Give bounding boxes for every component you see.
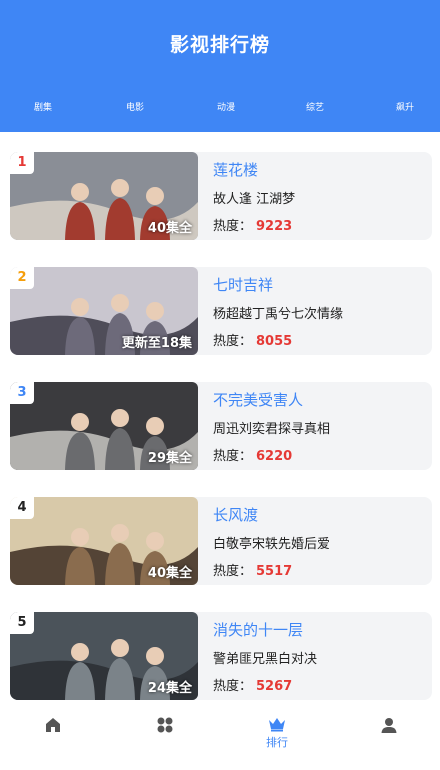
home-icon bbox=[46, 718, 60, 732]
episode-count: 29集全 bbox=[147, 451, 192, 466]
tab-series[interactable]: 剧集 bbox=[13, 100, 73, 113]
ranking-card[interactable]: 3 29集全 不完美受害人 周迅刘奕君探寻真相 热度： 6220 bbox=[10, 382, 432, 470]
poster-figure-head bbox=[71, 183, 89, 201]
nav-category[interactable] bbox=[135, 716, 195, 734]
card-info: 七时吉祥 杨超越丁禹兮七次情缘 热度： 8055 bbox=[213, 267, 428, 355]
heat-row: 热度： 9223 bbox=[213, 215, 292, 234]
heat-row: 热度： 6220 bbox=[213, 445, 292, 464]
show-title: 七时吉祥 bbox=[213, 276, 274, 294]
show-description: 白敬亭宋轶先婚后爱 bbox=[213, 537, 331, 552]
poster-thumbnail: 1 40集全 bbox=[10, 152, 198, 240]
show-title: 莲花楼 bbox=[213, 161, 259, 179]
heat-label: 热度： bbox=[213, 564, 253, 579]
poster-figure-head bbox=[111, 524, 129, 542]
episode-count: 24集全 bbox=[147, 681, 192, 696]
card-info: 莲花楼 故人逢 江湖梦 热度： 9223 bbox=[213, 152, 428, 240]
ranking-list: 1 40集全 莲花楼 故人逢 江湖梦 热度： 9223 2 更新至18集 七时吉祥… bbox=[0, 132, 440, 704]
show-title: 不完美受害人 bbox=[213, 391, 304, 409]
poster-figure-head bbox=[71, 413, 89, 431]
app-header: 影视排行榜 剧集 电影 动漫 综艺 飙升 bbox=[0, 0, 440, 132]
poster-figure-head bbox=[111, 179, 129, 197]
poster-thumbnail: 4 40集全 bbox=[10, 497, 198, 585]
tab-rising[interactable]: 飙升 bbox=[375, 100, 435, 113]
heat-label: 热度： bbox=[213, 334, 253, 349]
heat-value: 5517 bbox=[256, 564, 293, 579]
nav-home[interactable] bbox=[23, 716, 83, 734]
poster-figure-head bbox=[146, 187, 164, 205]
show-title: 长风渡 bbox=[213, 506, 259, 524]
nav-rank[interactable]: 排行 bbox=[247, 716, 307, 750]
rank-badge: 4 bbox=[10, 497, 34, 519]
rank-badge: 1 bbox=[10, 152, 34, 174]
card-info: 消失的十一层 警弟匪兄黑白对决 热度： 5267 bbox=[213, 612, 428, 700]
episode-count: 40集全 bbox=[147, 566, 192, 581]
tab-variety[interactable]: 综艺 bbox=[285, 100, 345, 113]
rank-badge: 2 bbox=[10, 267, 34, 289]
episode-count: 更新至18集 bbox=[121, 336, 192, 351]
category-tabs: 剧集 电影 动漫 综艺 飙升 bbox=[0, 100, 440, 116]
grid-icon bbox=[157, 717, 173, 733]
ranking-card[interactable]: 1 40集全 莲花楼 故人逢 江湖梦 热度： 9223 bbox=[10, 152, 432, 240]
ranking-card[interactable]: 5 24集全 消失的十一层 警弟匪兄黑白对决 热度： 5267 bbox=[10, 612, 432, 700]
show-description: 周迅刘奕君探寻真相 bbox=[213, 422, 331, 437]
heat-label: 热度： bbox=[213, 679, 253, 694]
poster-thumbnail: 2 更新至18集 bbox=[10, 267, 198, 355]
crown-icon bbox=[269, 718, 285, 732]
heat-value: 8055 bbox=[256, 334, 293, 349]
heat-value: 9223 bbox=[256, 219, 293, 234]
poster-figure-head bbox=[146, 647, 164, 665]
heat-row: 热度： 5517 bbox=[213, 560, 292, 579]
user-icon bbox=[381, 718, 397, 733]
poster-figure-head bbox=[111, 409, 129, 427]
poster-figure-head bbox=[146, 417, 164, 435]
ranking-card[interactable]: 4 40集全 长风渡 白敬亭宋轶先婚后爱 热度： 5517 bbox=[10, 497, 432, 585]
heat-label: 热度： bbox=[213, 449, 253, 464]
rank-badge: 5 bbox=[10, 612, 34, 634]
poster-figure-head bbox=[71, 643, 89, 661]
poster-figure-head bbox=[71, 528, 89, 546]
poster-figure-head bbox=[71, 298, 89, 316]
heat-row: 热度： 8055 bbox=[213, 330, 292, 349]
show-description: 杨超越丁禹兮七次情缘 bbox=[213, 307, 344, 322]
poster-figure-head bbox=[146, 302, 164, 320]
show-description: 故人逢 江湖梦 bbox=[213, 192, 296, 207]
page-title: 影视排行榜 bbox=[169, 34, 270, 56]
heat-row: 热度： 5267 bbox=[213, 675, 292, 694]
show-description: 警弟匪兄黑白对决 bbox=[213, 652, 318, 667]
poster-figure-head bbox=[146, 532, 164, 550]
card-info: 长风渡 白敬亭宋轶先婚后爱 热度： 5517 bbox=[213, 497, 428, 585]
show-title: 消失的十一层 bbox=[213, 621, 304, 639]
heat-value: 5267 bbox=[256, 679, 293, 694]
card-info: 不完美受害人 周迅刘奕君探寻真相 热度： 6220 bbox=[213, 382, 428, 470]
poster-thumbnail: 3 29集全 bbox=[10, 382, 198, 470]
bottom-nav: 排行 bbox=[0, 708, 440, 770]
tab-movie[interactable]: 电影 bbox=[105, 100, 165, 113]
poster-figure-head bbox=[111, 639, 129, 657]
nav-rank-label: 排行 bbox=[266, 736, 288, 749]
nav-profile[interactable] bbox=[359, 716, 419, 734]
heat-label: 热度： bbox=[213, 219, 253, 234]
rank-badge: 3 bbox=[10, 382, 34, 404]
heat-value: 6220 bbox=[256, 449, 293, 464]
poster-figure-head bbox=[111, 294, 129, 312]
poster-thumbnail: 5 24集全 bbox=[10, 612, 198, 700]
episode-count: 40集全 bbox=[147, 221, 192, 236]
ranking-card[interactable]: 2 更新至18集 七时吉祥 杨超越丁禹兮七次情缘 热度： 8055 bbox=[10, 267, 432, 355]
tab-anime[interactable]: 动漫 bbox=[196, 100, 256, 113]
